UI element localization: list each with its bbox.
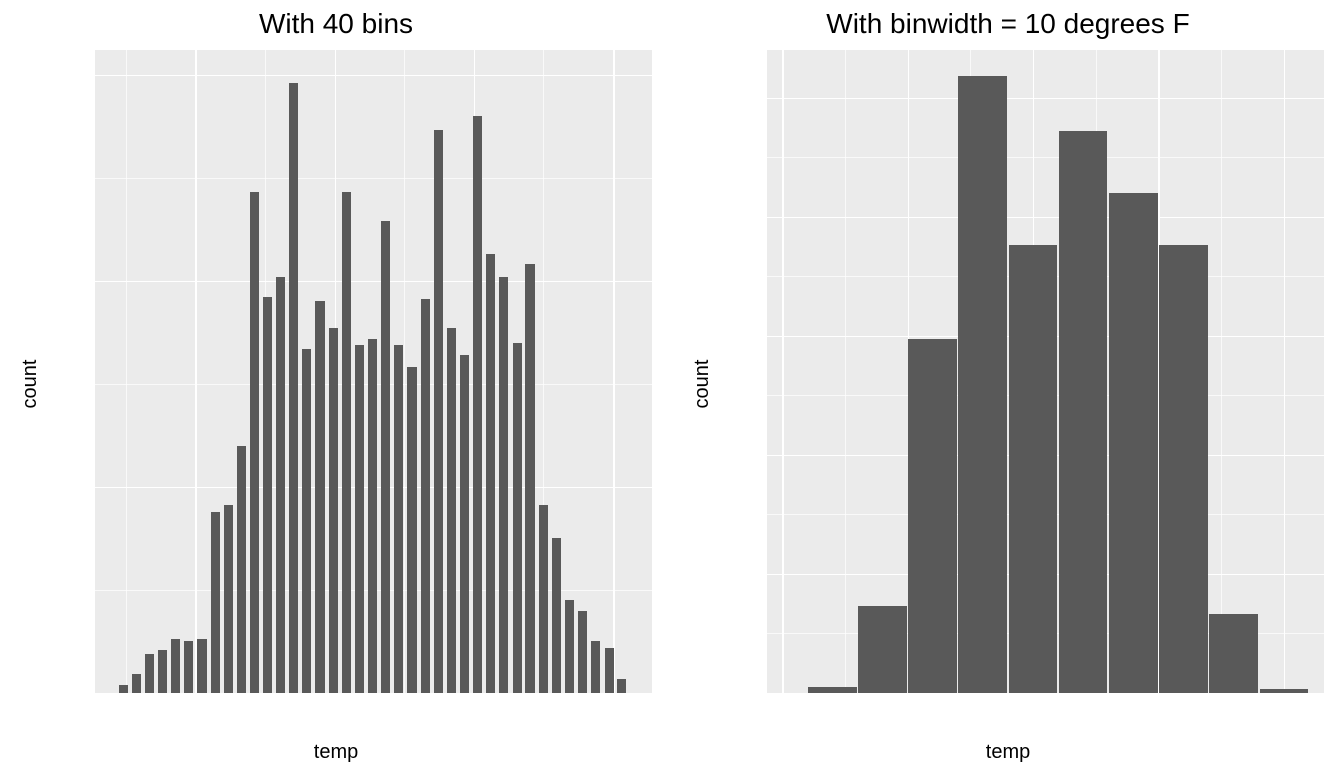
panel-left: With 40 bins count 050010001500255075100… <box>0 0 672 768</box>
histogram-bar <box>342 192 351 693</box>
histogram-bar <box>447 328 456 693</box>
gridline-h-minor <box>95 178 652 179</box>
histogram-bar <box>302 349 311 693</box>
histogram-bar <box>605 648 614 693</box>
gridline-v-minor <box>1221 50 1222 693</box>
gridline-v-major <box>613 50 615 693</box>
histogram-bar <box>525 264 534 693</box>
panel-right-title: With binwidth = 10 degrees F <box>672 8 1344 40</box>
histogram-bar <box>381 221 390 693</box>
gridline-h-major <box>95 75 652 77</box>
gridline-v-major <box>195 50 197 693</box>
histogram-bar <box>434 130 443 693</box>
gridline-v-minor <box>845 50 846 693</box>
histogram-bar <box>1260 689 1309 693</box>
histogram-bar <box>329 328 338 693</box>
panel-left-plot-area: 050010001500255075100 <box>95 50 652 693</box>
histogram-bar <box>276 277 285 693</box>
histogram-bar <box>1159 245 1208 693</box>
histogram-bar <box>394 345 403 693</box>
histogram-bar <box>858 606 907 693</box>
histogram-bar <box>237 446 246 693</box>
histogram-bar <box>808 687 857 693</box>
histogram-bar <box>250 192 259 693</box>
histogram-bar <box>460 355 469 693</box>
histogram-bar <box>197 639 206 693</box>
histogram-bar <box>539 505 548 693</box>
histogram-bar <box>263 297 272 693</box>
histogram-bar <box>421 299 430 693</box>
histogram-bar <box>407 367 416 693</box>
histogram-bar <box>1009 245 1058 693</box>
histogram-bar <box>1059 131 1108 693</box>
histogram-bar <box>145 654 154 693</box>
panel-left-title: With 40 bins <box>0 8 672 40</box>
gridline-h-major <box>767 98 1324 100</box>
histogram-bar <box>119 685 128 693</box>
gridline-v-major <box>1284 50 1286 693</box>
histogram-bar <box>132 674 141 693</box>
gridline-v-minor <box>404 50 405 693</box>
histogram-bar <box>499 277 508 693</box>
histogram-bar <box>473 116 482 693</box>
histogram-bar <box>171 639 180 693</box>
gridline-h-major <box>95 281 652 283</box>
histogram-bar <box>1109 193 1158 693</box>
histogram-bar <box>184 641 193 693</box>
histogram-bar <box>591 641 600 693</box>
histogram-bar <box>368 339 377 693</box>
histogram-bar <box>211 512 220 693</box>
histogram-bar <box>355 345 364 693</box>
histogram-bar <box>289 83 298 693</box>
histogram-bar <box>513 343 522 693</box>
panel-left-xlabel: temp <box>0 741 672 764</box>
histogram-bar <box>486 254 495 693</box>
panel-right-plot-area: 0100020003000400050000255075100 <box>767 50 1324 693</box>
histogram-bar <box>565 600 574 693</box>
histogram-bar <box>908 339 957 693</box>
panel-right: With binwidth = 10 degrees F count 01000… <box>672 0 1344 768</box>
gridline-h-minor <box>767 157 1324 158</box>
histogram-bar <box>552 538 561 693</box>
histogram-bar <box>158 650 167 693</box>
gridline-v-major <box>782 50 784 693</box>
histogram-bar <box>958 76 1007 693</box>
panel-right-ylabel: count <box>691 360 714 409</box>
histogram-bar <box>1209 614 1258 693</box>
histogram-bar <box>315 301 324 693</box>
histogram-bar <box>617 679 626 693</box>
panel-left-ylabel: count <box>19 360 42 409</box>
histogram-bar <box>578 611 587 693</box>
panel-right-xlabel: temp <box>672 741 1344 764</box>
histogram-bar <box>224 505 233 693</box>
gridline-v-minor <box>126 50 127 693</box>
gridline-h-major <box>767 217 1324 219</box>
figure: With 40 bins count 050010001500255075100… <box>0 0 1344 768</box>
